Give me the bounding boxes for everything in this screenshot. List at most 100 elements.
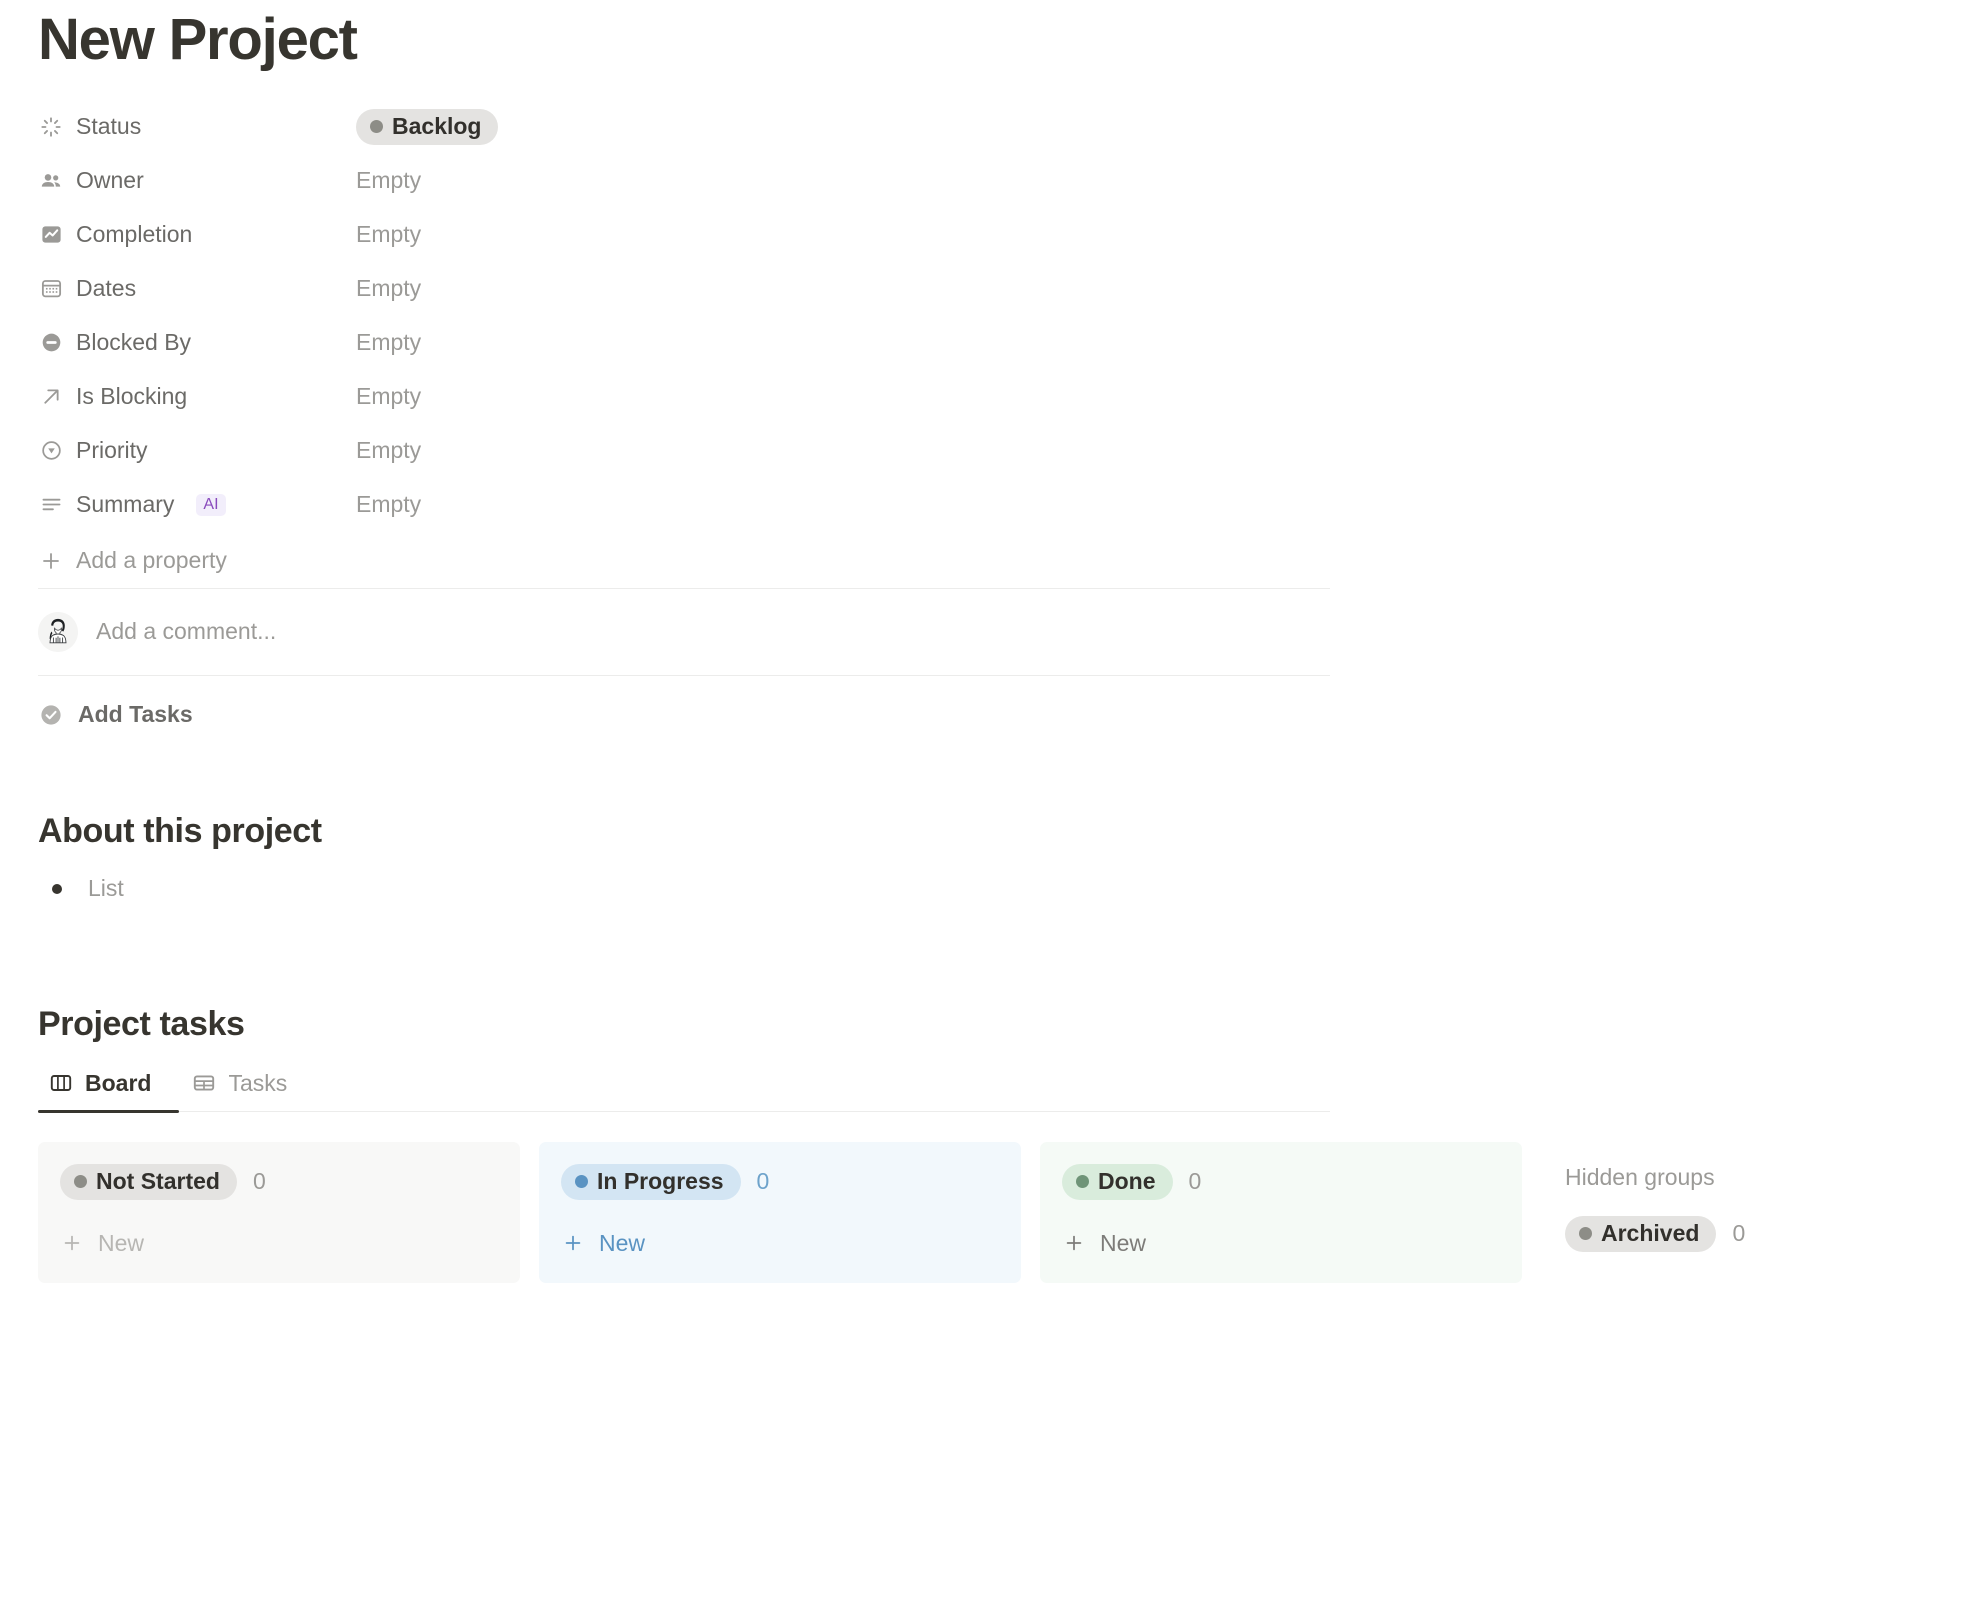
add-comment-row[interactable]: Add a comment... — [0, 589, 1982, 675]
property-value-is-blocking[interactable]: Empty — [356, 383, 421, 410]
property-row-blocked-by[interactable]: Blocked By Empty — [38, 316, 1982, 370]
property-name: Owner — [76, 167, 144, 194]
project-tasks-heading: Project tasks — [38, 1004, 245, 1043]
project-page: New Project Status Backlog Owner Empty C… — [0, 0, 1982, 1622]
add-card-label: New — [599, 1229, 646, 1256]
tab-tasks-label: Tasks — [228, 1069, 288, 1096]
list-item[interactable]: List — [0, 869, 1982, 909]
status-badge-label: Backlog — [392, 112, 482, 139]
list-item-label: List — [88, 875, 124, 902]
avatar — [38, 611, 78, 652]
tab-board-label: Board — [85, 1069, 152, 1096]
plus-icon — [60, 1231, 84, 1255]
add-card-button-not-started[interactable]: New — [60, 1230, 498, 1257]
property-row-status[interactable]: Status Backlog — [38, 100, 1982, 154]
arrow-up-right-icon — [38, 384, 64, 410]
hidden-group-archived[interactable]: Archived 0 — [1565, 1215, 1746, 1252]
property-name: Completion — [76, 221, 193, 248]
property-name: Dates — [76, 275, 137, 302]
comment-input-placeholder[interactable]: Add a comment... — [96, 618, 276, 645]
column-label: Done — [1098, 1167, 1156, 1194]
property-label-summary: Summary AI — [38, 491, 356, 518]
add-card-label: New — [98, 1229, 145, 1256]
tab-board[interactable]: Board — [38, 1070, 161, 1111]
status-dot-icon — [370, 119, 383, 133]
loading-spinner-icon — [38, 114, 64, 140]
plus-icon — [38, 548, 64, 574]
board-column-done[interactable]: Done 0 New — [1040, 1141, 1522, 1283]
board-column-in-progress[interactable]: In Progress 0 New — [539, 1141, 1021, 1283]
property-label-owner: Owner — [38, 167, 356, 194]
property-row-priority[interactable]: Priority Empty — [38, 424, 1982, 478]
column-header: In Progress 0 — [561, 1163, 999, 1200]
plus-icon — [561, 1231, 585, 1255]
tabs-underline — [38, 1109, 1330, 1113]
status-dot-icon — [1579, 1226, 1592, 1240]
ai-badge: AI — [196, 493, 226, 516]
column-label: Not Started — [96, 1167, 220, 1194]
hidden-groups: Hidden groups Archived 0 — [1541, 1142, 1745, 1252]
property-label-dates: Dates — [38, 275, 356, 302]
add-card-label: New — [1100, 1229, 1147, 1256]
property-label-priority: Priority — [38, 437, 356, 464]
archived-count: 0 — [1732, 1220, 1746, 1247]
property-value-blocked-by[interactable]: Empty — [356, 329, 421, 356]
property-row-dates[interactable]: Dates Empty — [38, 262, 1982, 316]
board-columns-icon — [48, 1070, 74, 1096]
archived-status-badge[interactable]: Archived — [1565, 1215, 1717, 1252]
property-label-status: Status — [38, 113, 356, 140]
calendar-icon — [38, 276, 64, 302]
column-status-badge[interactable]: Not Started — [60, 1163, 237, 1200]
property-row-owner[interactable]: Owner Empty — [38, 154, 1982, 208]
status-badge[interactable]: Backlog — [356, 108, 499, 145]
property-row-is-blocking[interactable]: Is Blocking Empty — [38, 370, 1982, 424]
property-value-dates[interactable]: Empty — [356, 275, 421, 302]
add-tasks-button[interactable]: Add Tasks — [0, 676, 1982, 754]
add-card-button-done[interactable]: New — [1062, 1230, 1500, 1257]
hidden-groups-title: Hidden groups — [1565, 1163, 1715, 1190]
archived-label: Archived — [1601, 1219, 1700, 1246]
column-header: Done 0 — [1062, 1163, 1500, 1200]
property-name: Priority — [76, 437, 148, 464]
property-row-completion[interactable]: Completion Empty — [38, 208, 1982, 262]
check-circle-icon — [38, 702, 64, 728]
property-value-completion[interactable]: Empty — [356, 221, 421, 248]
add-tasks-label: Add Tasks — [78, 701, 193, 728]
property-name: Is Blocking — [76, 383, 188, 410]
column-status-badge[interactable]: Done — [1062, 1163, 1173, 1200]
project-tasks-section: Project tasks Board Tasks Not Started 0 … — [0, 1005, 1982, 1283]
tab-tasks[interactable]: Tasks — [181, 1070, 297, 1111]
property-list: Status Backlog Owner Empty Completion Em… — [0, 100, 1982, 532]
property-value-priority[interactable]: Empty — [356, 437, 421, 464]
board: Not Started 0 New In Progress 0 New Done… — [0, 1141, 1982, 1283]
tabs: Board Tasks — [38, 1070, 1982, 1111]
add-property-label: Add a property — [76, 547, 227, 574]
table-grid-icon — [191, 1070, 217, 1096]
property-row-summary[interactable]: Summary AI Empty — [38, 478, 1982, 532]
status-dot-icon — [575, 1174, 588, 1188]
plus-icon — [1062, 1231, 1086, 1255]
add-card-button-in-progress[interactable]: New — [561, 1230, 999, 1257]
property-name: Blocked By — [76, 329, 192, 356]
column-count: 0 — [252, 1168, 266, 1195]
property-label-blocked-by: Blocked By — [38, 329, 356, 356]
chart-line-icon — [38, 222, 64, 248]
about-list: List — [0, 851, 1982, 909]
property-name: Summary — [76, 491, 175, 518]
about-section: About this project List — [0, 812, 1982, 909]
blocked-icon — [38, 330, 64, 356]
column-status-badge[interactable]: In Progress — [561, 1163, 741, 1200]
property-name: Status — [76, 113, 142, 140]
property-value-owner[interactable]: Empty — [356, 167, 421, 194]
status-dot-icon — [1076, 1174, 1089, 1188]
tabs-container: Board Tasks — [0, 1070, 1982, 1111]
board-column-not-started[interactable]: Not Started 0 New — [38, 1141, 520, 1283]
add-property-button[interactable]: Add a property — [0, 534, 1982, 588]
property-value-summary[interactable]: Empty — [356, 491, 421, 518]
about-heading: About this project — [38, 811, 322, 850]
status-dot-icon — [74, 1174, 87, 1188]
property-label-completion: Completion — [38, 221, 356, 248]
bullet-icon — [52, 883, 62, 894]
page-title[interactable]: New Project — [0, 0, 1982, 72]
priority-circle-icon — [38, 438, 64, 464]
